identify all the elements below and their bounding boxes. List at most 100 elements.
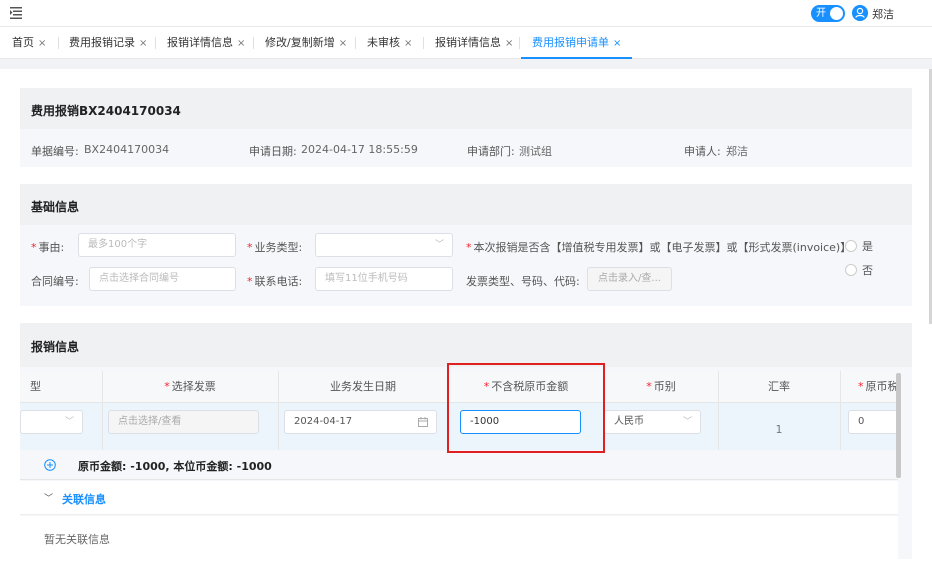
tab-bar: 首页 × 费用报销记录 × 报销详情信息 × 修改/复制新增 × 未审核 × 报销详情信息… (0, 26, 932, 59)
applicant-value: 郑洁 (726, 145, 748, 158)
tab-expense-application[interactable]: 费用报销申请单 × (521, 27, 633, 59)
tab-expense-records[interactable]: 费用报销记录 × (69, 27, 147, 59)
related-info-title[interactable]: 关联信息 (62, 491, 106, 507)
col-rate-header: 汇率 (768, 380, 790, 393)
related-info-header[interactable]: ﹀ 关联信息 (20, 481, 898, 515)
tab-divider (253, 37, 254, 49)
tab-reimb-detail[interactable]: 报销详情信息 × (167, 27, 245, 59)
add-row-icon[interactable] (44, 459, 56, 471)
phone-input[interactable]: 填写11位手机号码 (315, 267, 453, 291)
required-mark: * (646, 380, 652, 393)
grid-divider (718, 371, 719, 450)
basic-info-panel: 基础信息 * 事由: 最多100个字 * 业务类型: ﹀ * 本次报销是否含【增值税专… (20, 184, 912, 306)
col-type-header: 型 (30, 380, 41, 393)
dept-label: 申请部门: (467, 145, 515, 158)
basic-info-title: 基础信息 (31, 200, 80, 214)
col-select-invoice-header: * 选择发票 (102, 371, 278, 403)
tab-divider (355, 37, 356, 49)
biz-date-value: 2024-04-17 (294, 416, 353, 427)
radio-yes[interactable] (845, 240, 857, 252)
tab-close-icon[interactable]: × (505, 38, 513, 49)
apply-date-label: 申请日期: (249, 145, 297, 158)
tab-label: 报销详情信息 (435, 36, 501, 49)
doc-title: 费用报销BX2404170034 (31, 104, 181, 118)
col-label: 选择发票 (171, 380, 216, 393)
doc-no-label: 单据编号: (31, 145, 79, 158)
phone-label-text: 联系电话: (254, 275, 303, 288)
main-content: 费用报销BX2404170034 单据编号: BX2404170034 申请日期… (0, 69, 932, 573)
required-mark: * (247, 275, 253, 288)
toggle-label: 开 (816, 8, 826, 19)
chevron-down-icon: ﹀ (682, 417, 692, 427)
required-mark: * (858, 380, 864, 393)
tab-close-icon[interactable]: × (404, 38, 412, 49)
chevron-down-icon: ﹀ (434, 240, 444, 250)
invoice-entry-button[interactable]: 点击录入/查... (587, 267, 672, 291)
invoice-question-text: 本次报销是否含【增值税专用发票】或【电子发票】或【形式发票(invoice)】: (473, 241, 855, 254)
radio-yes-label[interactable]: 是 (862, 238, 873, 254)
biz-date-input[interactable]: 2024-04-17 (284, 410, 437, 434)
tab-divider (519, 37, 520, 49)
chevron-down-icon: ﹀ (64, 417, 74, 427)
biz-type-label-text: 业务类型: (254, 241, 303, 254)
tab-label: 修改/复制新增 (265, 36, 335, 49)
orig-tax-input[interactable]: 0 (848, 410, 898, 434)
doc-no-value: BX2404170034 (84, 143, 170, 156)
type-select[interactable]: ﹀ (20, 410, 83, 434)
grid-divider (278, 371, 279, 450)
required-mark: * (164, 380, 170, 393)
radio-no[interactable] (845, 264, 857, 276)
tab-close-icon[interactable]: × (237, 38, 245, 49)
reason-label: * 事由: (31, 239, 64, 255)
biz-type-select[interactable]: ﹀ (315, 233, 453, 257)
radio-no-label[interactable]: 否 (862, 262, 873, 278)
menu-toggle-icon[interactable] (9, 6, 23, 20)
reason-input[interactable]: 最多100个字 (78, 233, 236, 257)
tab-unreviewed[interactable]: 未审核 × (367, 27, 412, 59)
tab-home[interactable]: 首页 × (12, 27, 46, 59)
phone-label: * 联系电话: (247, 273, 302, 289)
dept-value: 测试组 (519, 145, 552, 158)
toggle-knob (830, 7, 843, 20)
invoice-info-label: 发票类型、号码、代码: (466, 275, 580, 288)
tab-label: 费用报销申请单 (532, 36, 609, 49)
apply-date-value: 2024-04-17 18:55:59 (301, 143, 418, 156)
amount-summary: 原币金额: -1000, 本位币金额: -1000 (78, 460, 272, 473)
theme-toggle[interactable]: 开 (811, 5, 845, 22)
top-bar: 开 郑洁 (0, 0, 932, 26)
tab-close-icon[interactable]: × (139, 38, 147, 49)
tab-close-icon[interactable]: × (339, 38, 347, 49)
tab-modify-copy[interactable]: 修改/复制新增 × (265, 27, 347, 59)
required-mark: * (31, 241, 37, 254)
tab-label: 未审核 (367, 36, 400, 49)
col-label: 币别 (653, 380, 676, 393)
calendar-icon[interactable] (418, 417, 428, 427)
select-invoice-input[interactable]: 点击选择/查看 (108, 410, 259, 434)
user-avatar-icon[interactable] (852, 5, 868, 21)
col-currency-header: * 币别 (604, 371, 718, 403)
tab-label: 费用报销记录 (69, 36, 135, 49)
tab-label: 报销详情信息 (167, 36, 233, 49)
summary-row: 原币金额: -1000, 本位币金额: -1000 (20, 450, 898, 480)
rate-value: 1 (775, 423, 783, 436)
doc-header-panel: 费用报销BX2404170034 单据编号: BX2404170034 申请日期… (20, 88, 912, 167)
content-gap (0, 59, 932, 69)
invoice-question-label: * 本次报销是否含【增值税专用发票】或【电子发票】或【形式发票(invoice)】… (466, 239, 855, 255)
contract-input[interactable]: 点击选择合同编号 (89, 267, 236, 291)
tab-divider (423, 37, 424, 49)
biz-type-label: * 业务类型: (247, 239, 302, 255)
col-label: 原币税额 (865, 380, 899, 393)
tab-close-icon[interactable]: × (38, 38, 46, 49)
reason-label-text: 事由: (38, 241, 65, 254)
required-mark: * (466, 241, 472, 254)
tab-close-icon[interactable]: × (613, 38, 621, 49)
doc-header-titlebar: 费用报销BX2404170034 (20, 88, 912, 129)
grid-divider (102, 371, 103, 450)
grid-divider (840, 371, 841, 450)
grid-scrollbar[interactable] (896, 373, 901, 478)
currency-select[interactable]: 人民币 ﹀ (604, 410, 701, 434)
chevron-down-icon[interactable]: ﹀ (44, 491, 53, 504)
tab-reimb-detail-2[interactable]: 报销详情信息 × (435, 27, 513, 59)
highlight-box (447, 363, 605, 453)
user-name[interactable]: 郑洁 (872, 6, 894, 22)
